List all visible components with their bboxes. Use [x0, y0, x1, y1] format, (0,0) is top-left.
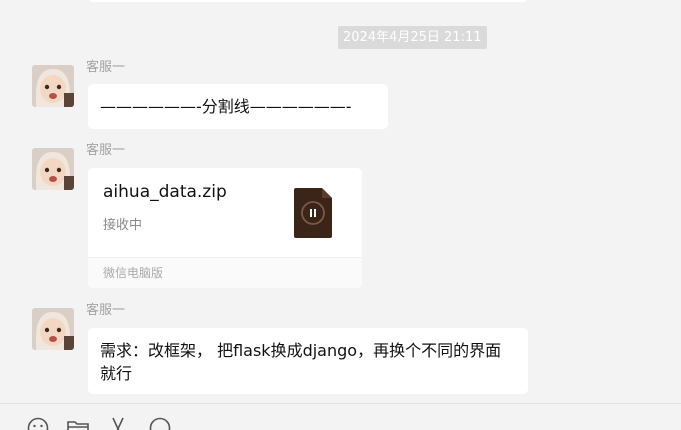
chat-history-icon[interactable] — [148, 416, 172, 430]
message-bubble-request[interactable]: 需求：改框架， 把flask换成django，再换个不同的界面就行 — [88, 328, 528, 394]
file-name: aihua_data.zip — [103, 182, 227, 202]
sender-avatar[interactable] — [32, 65, 74, 107]
sender-name: 客服一 — [86, 143, 125, 159]
emoji-icon[interactable] — [26, 416, 50, 430]
sender-name: 客服一 — [86, 60, 125, 76]
message-bubble-divider[interactable]: ——————-分割线——————- — [88, 84, 388, 129]
message-text: ——————-分割线——————- — [88, 97, 352, 116]
input-toolbar — [0, 403, 681, 427]
folder-icon[interactable] — [66, 416, 90, 430]
file-source-footer: 微信电脑版 — [88, 257, 362, 288]
sender-avatar[interactable] — [32, 148, 74, 190]
scissors-icon[interactable] — [106, 416, 130, 430]
pause-icon — [310, 209, 312, 217]
previous-message-bubble — [88, 0, 528, 2]
chat-timestamp: 2024年4月25日 21:11 — [338, 26, 487, 49]
file-message-card[interactable]: aihua_data.zip 接收中 微信电脑版 — [88, 168, 362, 288]
message-text: 需求：改框架， 把flask换成django，再换个不同的界面就行 — [100, 341, 501, 383]
zip-file-icon[interactable] — [294, 188, 332, 242]
sender-avatar[interactable] — [32, 308, 74, 350]
file-source-label: 微信电脑版 — [103, 264, 163, 281]
sender-name: 客服一 — [86, 303, 125, 319]
file-status: 接收中 — [103, 214, 142, 233]
